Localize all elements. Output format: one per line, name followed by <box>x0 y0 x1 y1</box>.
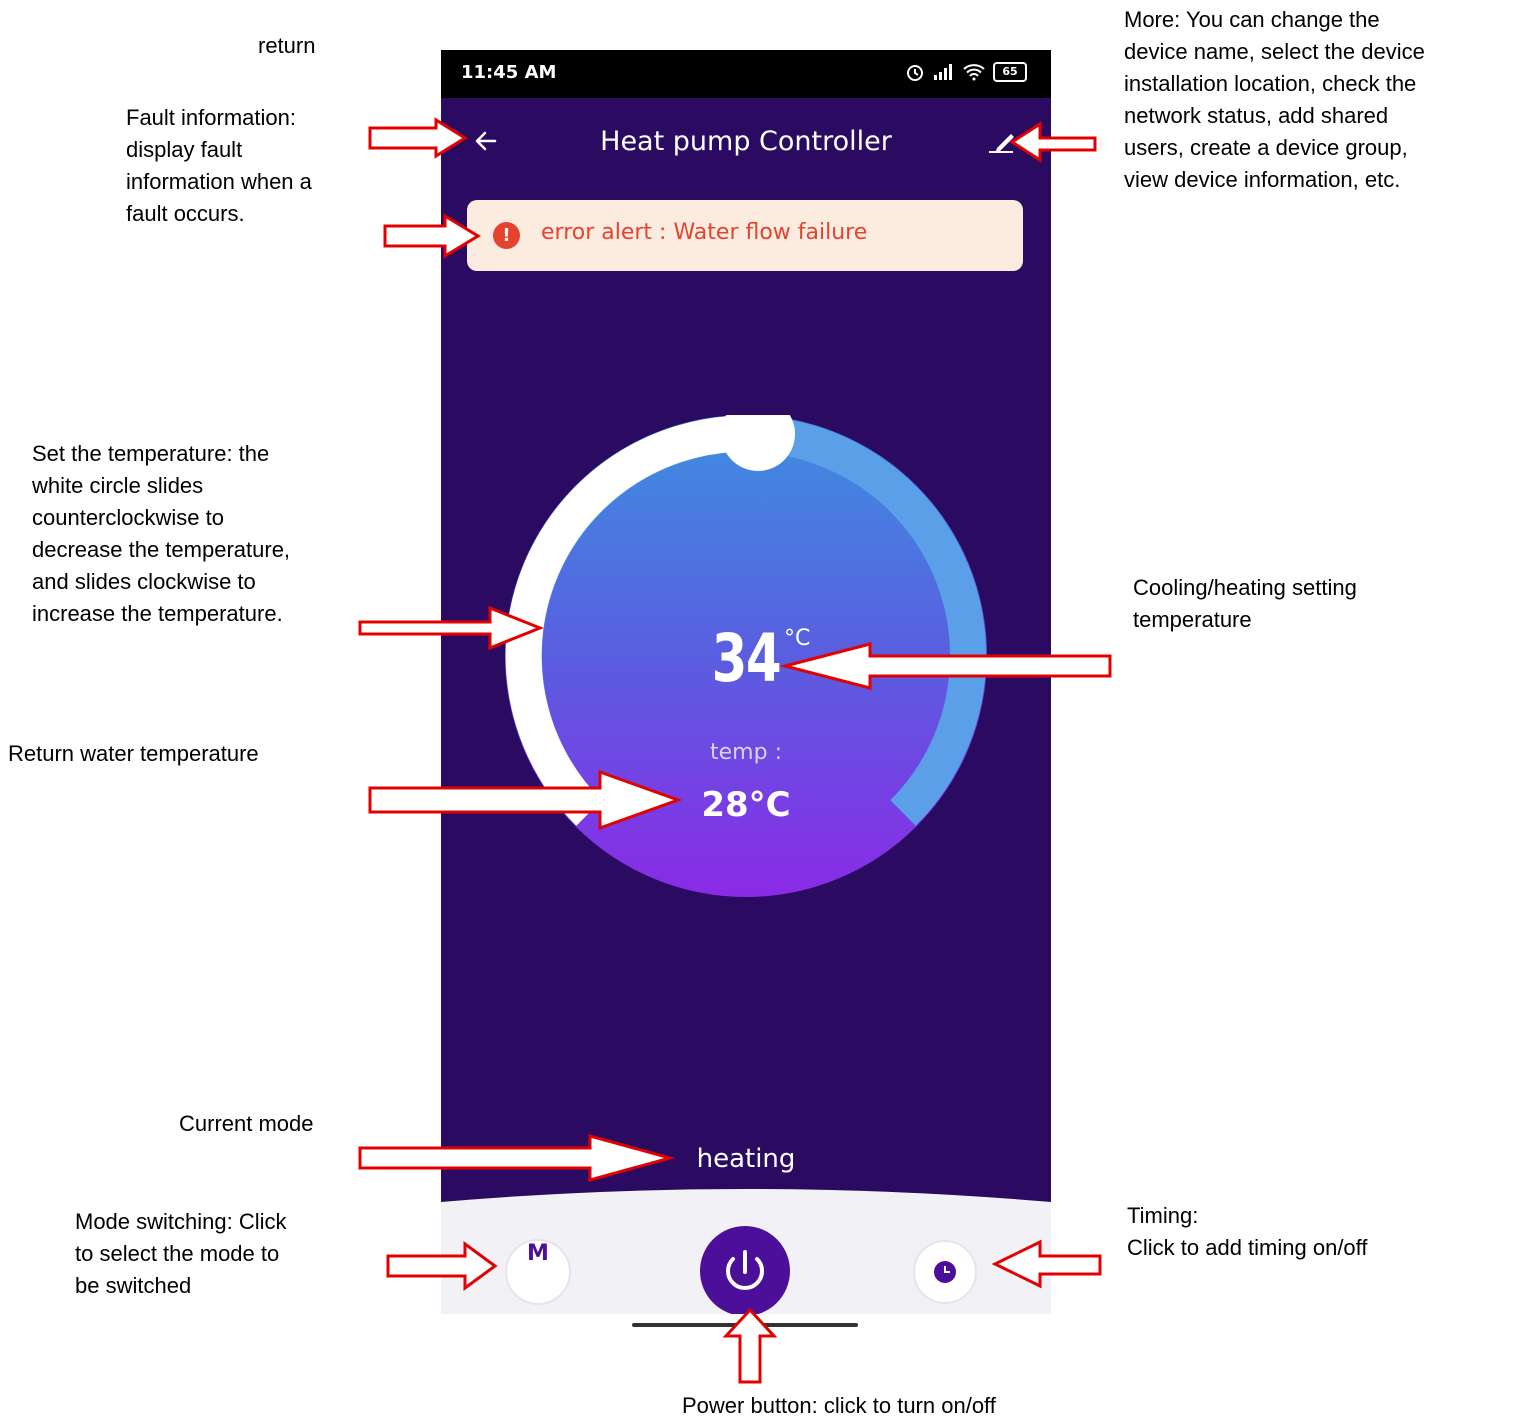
annotation-power: Power button: click to turn on/off <box>682 1393 996 1418</box>
phone-screen: 11:45 AM 65 Heat pump Controller ! error… <box>441 50 1051 1314</box>
mode-button-label: M <box>527 1241 549 1266</box>
wifi-icon <box>963 64 985 81</box>
annotation-return-water: Return water temperature <box>8 741 259 766</box>
annotation-mode-switching: Mode switching: Click to select the mode… <box>75 1209 287 1298</box>
error-alert[interactable]: ! error alert : Water flow failure <box>467 200 1023 271</box>
temp-label: temp : <box>710 740 782 765</box>
annotation-return: return <box>258 33 316 58</box>
annotation-timing: Timing: Click to add timing on/off <box>1127 1203 1368 1260</box>
error-icon: ! <box>493 222 520 249</box>
mode-button[interactable]: M <box>505 1239 571 1305</box>
set-temperature: 34 °C <box>441 620 1051 697</box>
set-temperature-unit: °C <box>784 626 811 651</box>
annotation-more: More: You can change the device name, se… <box>1124 7 1425 192</box>
battery-icon: 65 <box>993 62 1027 82</box>
arrow-power <box>722 1307 778 1384</box>
clock-icon <box>934 1261 956 1283</box>
page-title: Heat pump Controller <box>600 126 892 157</box>
home-indicator <box>632 1323 858 1327</box>
power-icon <box>726 1250 764 1291</box>
current-temperature: 28°C <box>701 785 791 825</box>
annotation-current-mode: Current mode <box>179 1111 314 1136</box>
alert-text: error alert : Water flow failure <box>541 220 868 245</box>
annotation-set-temperature: Set the temperature: the white circle sl… <box>32 441 291 626</box>
annotation-cooling-heating: Cooling/heating setting temperature <box>1133 575 1357 632</box>
alarm-icon <box>907 65 923 81</box>
status-time: 11:45 AM <box>461 62 557 83</box>
annotation-fault-info: Fault information: display fault informa… <box>126 105 312 226</box>
edit-pencil-icon[interactable] <box>983 124 1019 160</box>
current-mode: heating <box>696 1144 796 1174</box>
signal-icon <box>934 64 952 80</box>
timer-button[interactable] <box>913 1240 977 1304</box>
status-icons: 65 <box>905 62 1027 82</box>
set-temperature-value: 34 <box>711 620 782 697</box>
power-button[interactable] <box>700 1226 790 1314</box>
status-bar: 11:45 AM 65 <box>441 50 1051 98</box>
